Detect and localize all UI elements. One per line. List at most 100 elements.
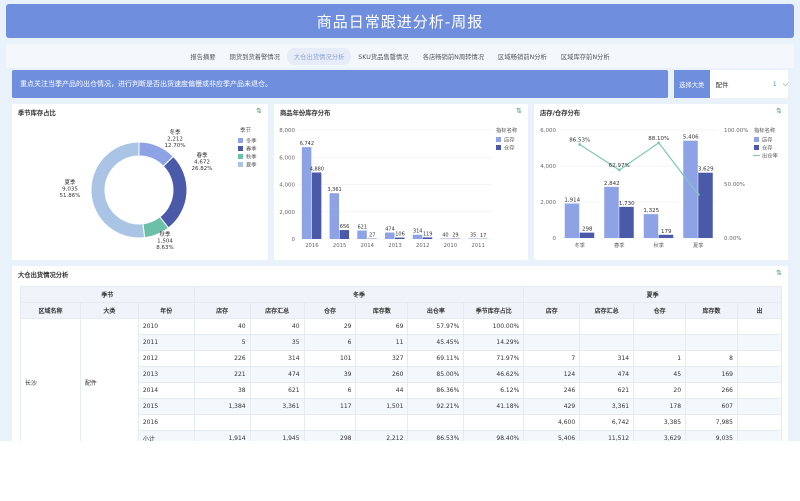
table-cell: 35 bbox=[249, 334, 305, 351]
page-bottom bbox=[0, 441, 800, 501]
table-cell: 117 bbox=[303, 398, 357, 415]
dashboard-frame: 商品日常跟进分析-周报 报告摘要 期货到货着警情况 大仓出货情况分析 SKU货品售罄情… bbox=[0, 0, 800, 441]
table-cell: 178 bbox=[633, 398, 687, 415]
table-cell: 38 bbox=[193, 382, 251, 399]
table-cell: 7 bbox=[523, 350, 581, 367]
switch-icon[interactable]: ⇅ bbox=[776, 269, 782, 277]
table-cell: 1,914 bbox=[193, 430, 251, 441]
store-warehouse-panel: 店存/仓存分布 ⇅ 6,000 4,000 2,000 0 100.00% 50.00% 0… bbox=[534, 104, 788, 260]
tab-5[interactable]: 各店畅销前N周转情况 bbox=[416, 48, 491, 65]
table-cell: 1 bbox=[633, 350, 687, 367]
table-cell: 474 bbox=[249, 366, 305, 383]
switch-icon[interactable]: ⇅ bbox=[256, 107, 262, 115]
table-cell: 621 bbox=[579, 382, 635, 399]
table-cell: 226 bbox=[193, 350, 251, 367]
y2-tick-label: 50.00% bbox=[724, 182, 745, 188]
y-tick-label: 6,000 bbox=[540, 128, 556, 134]
panel-title: 店存/仓存分布 bbox=[540, 110, 581, 117]
y-tick-label: 4,000 bbox=[540, 164, 556, 170]
tab-3[interactable]: 大仓出货情况分析 bbox=[286, 47, 352, 65]
table-cell: 100.00% bbox=[463, 318, 525, 335]
table-cell bbox=[633, 318, 687, 335]
tab-2[interactable]: 期货到货着警情况 bbox=[223, 48, 287, 65]
switch-icon[interactable]: ⇅ bbox=[776, 107, 782, 115]
table-header-cell: 大类 bbox=[79, 302, 139, 319]
line-point bbox=[657, 141, 661, 145]
table-cell: 2013 bbox=[137, 366, 195, 383]
x-tick-label: 夏季 bbox=[693, 241, 704, 249]
table-cell: 266 bbox=[685, 382, 738, 399]
tab-1[interactable]: 报告摘要 bbox=[183, 48, 222, 65]
tab-4[interactable]: SKU货品售罄情况 bbox=[351, 48, 415, 65]
bar-仓存-春季 bbox=[619, 206, 634, 238]
table-cell bbox=[579, 334, 635, 351]
table-cell: 246 bbox=[523, 382, 581, 399]
table-cell: 14.29% bbox=[463, 334, 525, 351]
table-cell: 6 bbox=[303, 382, 357, 399]
table-header-cell: 库存数 bbox=[355, 302, 409, 319]
table-cell: 2012 bbox=[137, 350, 195, 367]
bar-value-label: 119 bbox=[423, 231, 433, 237]
table-cell: 46.62% bbox=[463, 366, 525, 383]
table-cell: 7,985 bbox=[685, 414, 738, 431]
table-cell bbox=[736, 350, 782, 367]
bar-value-label: 3,361 bbox=[327, 187, 341, 193]
table-cell: 11,512 bbox=[579, 430, 635, 441]
legend-item: 店存 bbox=[504, 136, 515, 144]
table-cell bbox=[736, 398, 782, 415]
tab-7[interactable]: 区域库存前N分析 bbox=[554, 48, 617, 65]
warehouse-table-wrap[interactable]: 季节 冬季 夏季 区域名称 大类 年份 店存 店存汇总 仓存 库存数 出仓率 季节库存占比 店存 店存汇总… bbox=[20, 286, 782, 441]
bar-value-label: 27 bbox=[369, 233, 375, 239]
category-select[interactable]: 配件 1 bbox=[716, 79, 777, 90]
category-filter[interactable]: 选择大类 配件 1 ⌵ bbox=[674, 70, 788, 98]
table-cell: 8 bbox=[685, 350, 738, 367]
y-tick-label: 0 bbox=[292, 237, 296, 243]
donut-label-name: 夏季 bbox=[64, 178, 76, 186]
legend-item: 春季 bbox=[246, 145, 257, 153]
year-stock-panel: 商品年份库存分布 ⇅ 8,000 6,000 4,000 2,000 0 6,742 4,8… bbox=[274, 104, 528, 260]
table-cell: 260 bbox=[355, 366, 409, 383]
table-cell: 11 bbox=[355, 334, 409, 351]
table-cell: 1,945 bbox=[249, 430, 305, 441]
table-cell bbox=[303, 414, 357, 431]
table-cell: 1,501 bbox=[355, 398, 409, 415]
bar-value-label: 4,880 bbox=[310, 167, 324, 173]
bar-店存-夏季 bbox=[683, 140, 698, 238]
donut-label-pct: 51.86% bbox=[60, 193, 81, 199]
table-cell: 6.12% bbox=[463, 382, 525, 399]
table-cell: 9,035 bbox=[685, 430, 738, 441]
category-filter-label: 选择大类 bbox=[674, 70, 710, 98]
notice-banner: 重点关注当季产品的出仓情况，进行判断是否出货速度偏慢或非应季产品未退仓。 bbox=[12, 70, 668, 98]
table-cell: 92.21% bbox=[407, 398, 465, 415]
switch-icon[interactable]: ⇅ bbox=[516, 107, 522, 115]
x-tick-label: 2015 bbox=[333, 243, 346, 249]
legend-swatch bbox=[496, 145, 501, 150]
donut-label-秋季: 秋季1,5048.63% bbox=[156, 230, 173, 251]
bar-value-label: 106 bbox=[395, 232, 405, 238]
table-header-cell: 年份 bbox=[137, 302, 195, 319]
season-donut-chart: 冬季2,21212.70%春季4,67226.82%秋季1,5048.63%夏季… bbox=[60, 126, 258, 251]
table-cell: 429 bbox=[523, 398, 581, 415]
bar-仓存-2015 bbox=[339, 230, 350, 239]
legend-item: 店存 bbox=[762, 136, 773, 144]
table-cell: 2010 bbox=[137, 318, 195, 335]
chevron-down-icon[interactable]: ⌵ bbox=[783, 80, 788, 89]
bar-value-label: 1,914 bbox=[564, 198, 580, 204]
table-cell: 2011 bbox=[137, 334, 195, 351]
table-cell: 39 bbox=[303, 366, 357, 383]
table-row[interactable]: 长沙 配件 2010 40 40 29 69 57.97% 100.00% bbox=[20, 318, 782, 441]
panel-title: 季节库存占比 bbox=[18, 110, 56, 117]
table-cell: 40 bbox=[249, 318, 305, 335]
line-value-label: 86.53% bbox=[569, 138, 590, 144]
warehouse-table: 季节 冬季 夏季 区域名称 大类 年份 店存 店存汇总 仓存 库存数 出仓率 季节库存占比 店存 店存汇总… bbox=[20, 286, 782, 441]
legend-item: 冬季 bbox=[246, 137, 257, 145]
x-tick-label: 秋季 bbox=[653, 241, 664, 249]
tab-6[interactable]: 区域畅销前N分析 bbox=[491, 48, 554, 65]
table-cell: 3,361 bbox=[249, 398, 305, 415]
table-cell bbox=[736, 382, 782, 399]
table-cell: 2016 bbox=[137, 414, 195, 431]
table-cell: 69.11% bbox=[407, 350, 465, 367]
donut-label-pct: 26.82% bbox=[192, 166, 213, 172]
table-cell bbox=[355, 414, 409, 431]
bar-value-label: 6,742 bbox=[300, 141, 314, 147]
